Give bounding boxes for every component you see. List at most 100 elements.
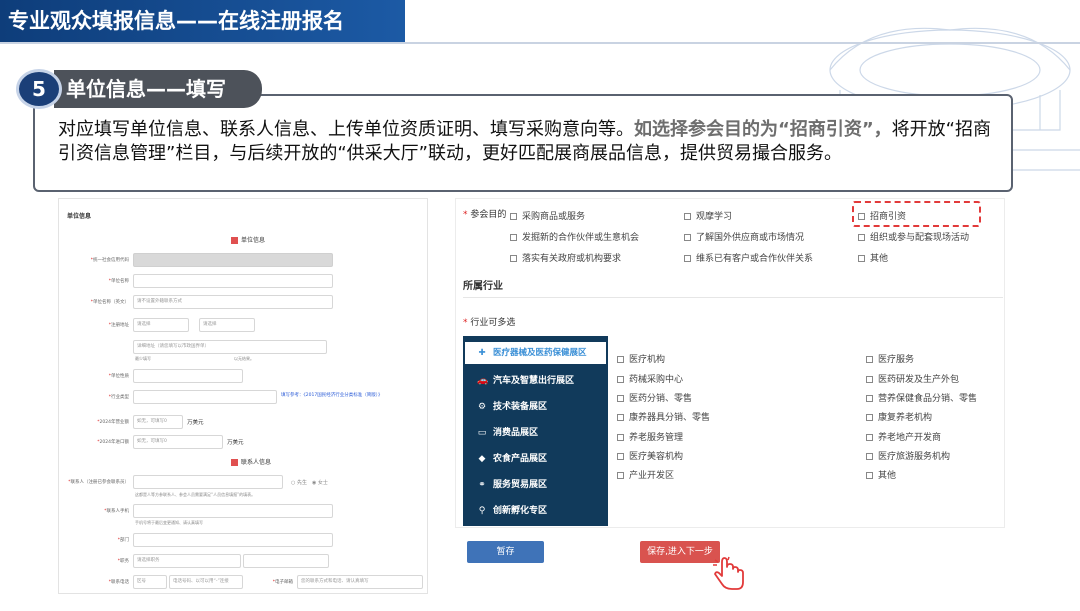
import-unit: 万美元 bbox=[227, 440, 244, 446]
form-heading: 单位信息 bbox=[67, 213, 92, 220]
car-icon: 🚗 bbox=[477, 376, 489, 386]
industry-option[interactable]: 养老服务管理 bbox=[617, 430, 683, 443]
industry-option[interactable]: 养老地产开发商 bbox=[866, 430, 941, 443]
industry-option[interactable]: 康复养老机构 bbox=[866, 410, 932, 423]
step-number-badge: 5 bbox=[16, 69, 62, 109]
page-title: 专业观众填报信息——在线注册报名 bbox=[0, 0, 405, 42]
field-label: *统一社会信用代码 bbox=[90, 258, 129, 263]
field-label: *单位名称（英文） bbox=[90, 300, 129, 305]
position-input[interactable]: 请选择职务 bbox=[133, 554, 241, 568]
purpose-option[interactable]: 维系已有客户或合作伙伴关系 bbox=[684, 251, 813, 264]
monitor-icon: ▭ bbox=[477, 428, 487, 438]
gender-radio[interactable]: ○ 先生 ◉ 女士 bbox=[291, 479, 328, 486]
section-contact-label: 联系人信息 bbox=[241, 459, 272, 466]
purpose-option[interactable]: 发掘新的合作伙伴或生意机会 bbox=[510, 230, 639, 243]
step-description: 对应填写单位信息、联系人信息、上传单位资质证明、填写采购意向等。如选择参会目的为… bbox=[58, 118, 1008, 166]
revenue-unit: 万美元 bbox=[187, 420, 204, 426]
pointer-hand-icon bbox=[713, 556, 744, 590]
step-text-highlight: 如选择参会目的为“招商引资”， bbox=[634, 119, 892, 140]
industry-option[interactable]: 产业开发区 bbox=[617, 468, 674, 481]
email-input[interactable]: 您的联系方式和电话、请认真填写 bbox=[297, 575, 423, 589]
food-icon: ◆ bbox=[478, 454, 486, 464]
position-select[interactable] bbox=[243, 554, 329, 568]
province-select[interactable]: 请选择 bbox=[133, 318, 189, 332]
area-code-input[interactable]: 区号 bbox=[133, 575, 167, 589]
industry-label: * 行业可多选 bbox=[463, 318, 516, 328]
medical-icon: ✚ bbox=[478, 348, 486, 358]
category-food[interactable]: ◆ 农食产品展区 bbox=[463, 446, 608, 472]
unit-nature-select[interactable] bbox=[133, 369, 243, 383]
field-label: *部门 bbox=[117, 538, 129, 543]
field-label: *联系人（注册已参会联系员） bbox=[68, 480, 129, 485]
purpose-option[interactable]: 了解国外供应商或市场情况 bbox=[684, 230, 804, 243]
step-text-plain: 对应填写单位信息、联系人信息、上传单位资质证明、填写采购意向等。 bbox=[58, 119, 634, 140]
category-medical[interactable]: ✚ 医疗器械及医药保健展区 bbox=[463, 340, 608, 366]
field-label: *注册地址 bbox=[108, 323, 129, 328]
section-contact-info: 联系人信息 bbox=[231, 457, 271, 466]
service-icon: ⚭ bbox=[478, 480, 486, 490]
industry-reference-link[interactable]: 填写参考：《2017国民经济行业分类标准（简版）》 bbox=[281, 392, 382, 398]
credit-code-input[interactable] bbox=[133, 253, 333, 267]
purpose-option[interactable]: 组织或参与配套现场活动 bbox=[858, 230, 969, 243]
field-label: *2024年营业额 bbox=[97, 420, 129, 425]
document-icon bbox=[231, 237, 238, 244]
unit-name-en-input[interactable]: 请不设置外籍联系方式 bbox=[133, 295, 333, 309]
unit-name-input[interactable] bbox=[133, 274, 333, 288]
header-divider bbox=[0, 42, 1080, 44]
gear-icon: ⚙ bbox=[477, 402, 487, 412]
address-note: 最少填写 bbox=[135, 356, 151, 361]
department-input[interactable] bbox=[133, 533, 333, 547]
address-detail-input[interactable]: 详细地址（请您填写以市政国界单） bbox=[133, 340, 327, 354]
field-label: *联系电话 bbox=[108, 580, 129, 585]
purpose-option[interactable]: 采购商品或服务 bbox=[510, 209, 585, 222]
section-unit-label: 单位信息 bbox=[241, 237, 266, 244]
industry-option[interactable]: 药械采购中心 bbox=[617, 372, 683, 385]
contact-mobile-input[interactable] bbox=[133, 504, 333, 518]
divider bbox=[463, 297, 1003, 298]
contact-name-input[interactable] bbox=[133, 475, 283, 489]
industry-option[interactable]: 营养保健食品分销、零售 bbox=[866, 391, 977, 404]
industry-option[interactable]: 医药研发及生产外包 bbox=[866, 372, 959, 385]
section-unit-info: 单位信息 bbox=[231, 235, 265, 244]
category-auto[interactable]: 🚗 汽车及智慧出行展区 bbox=[463, 368, 608, 394]
address-note: 以无结果。 bbox=[234, 356, 254, 361]
purpose-option[interactable]: 观摩学习 bbox=[684, 209, 732, 222]
category-service[interactable]: ⚭ 服务贸易展区 bbox=[463, 472, 608, 498]
field-label: *单位性质 bbox=[108, 374, 129, 379]
industry-option[interactable]: 医药分销、零售 bbox=[617, 391, 692, 404]
mobile-note: 手机号将于最后变更通知、请认真填写 bbox=[135, 520, 203, 525]
field-label: *联系人手机 bbox=[104, 509, 129, 514]
field-label: *行业类型 bbox=[108, 395, 129, 400]
person-icon bbox=[231, 459, 238, 466]
location-icon: ⚲ bbox=[478, 506, 486, 516]
investment-highlight-box bbox=[852, 201, 981, 227]
industry-option[interactable]: 康养器具分销、零售 bbox=[617, 410, 710, 423]
field-label: *2024年进口额 bbox=[97, 440, 129, 445]
purpose-label: * 参会目的 bbox=[463, 210, 507, 220]
industry-option[interactable]: 医疗旅游服务机构 bbox=[866, 449, 950, 462]
save-next-button[interactable]: 保存,进入下一步 bbox=[640, 541, 720, 563]
industry-section-title: 所属行业 bbox=[463, 281, 503, 292]
field-label: *电子邮箱 bbox=[272, 580, 293, 585]
save-draft-button[interactable]: 暂存 bbox=[467, 541, 544, 563]
field-label: *单位名称 bbox=[108, 279, 129, 284]
revenue-input[interactable]: 如无，可填写0 bbox=[133, 415, 183, 429]
industry-option[interactable]: 医疗服务 bbox=[866, 352, 914, 365]
industry-type-select[interactable] bbox=[133, 390, 277, 404]
industry-option[interactable]: 医疗美容机构 bbox=[617, 449, 683, 462]
industry-option[interactable]: 其他 bbox=[866, 468, 896, 481]
contact-note: 这都是人等方参联系人、参会人员需要满足“人员信息填报”的填表。 bbox=[135, 492, 256, 497]
step-title: 单位信息——填写 bbox=[54, 70, 262, 108]
field-label: *职务 bbox=[117, 559, 129, 564]
purpose-option[interactable]: 其他 bbox=[858, 251, 888, 264]
category-tech[interactable]: ⚙ 技术装备展区 bbox=[463, 394, 608, 420]
import-input[interactable]: 如无，可填写0 bbox=[133, 435, 223, 449]
unit-info-form-screenshot: 单位信息 单位信息 *统一社会信用代码 *单位名称 *单位名称（英文） 请不设置… bbox=[58, 198, 428, 594]
category-consumer[interactable]: ▭ 消费品展区 bbox=[463, 420, 608, 446]
category-innovation[interactable]: ⚲ 创新孵化专区 bbox=[463, 498, 608, 524]
phone-input[interactable]: 电话号码、以可以用“-”连接 bbox=[169, 575, 243, 589]
purpose-option[interactable]: 落实有关政府或机构要求 bbox=[510, 251, 621, 264]
industry-option[interactable]: 医疗机构 bbox=[617, 352, 665, 365]
city-select[interactable]: 请选择 bbox=[199, 318, 255, 332]
industry-category-menu: ✚ 医疗器械及医药保健展区 🚗 汽车及智慧出行展区 ⚙ 技术装备展区 ▭ 消费品展区 ◆… bbox=[463, 336, 608, 526]
